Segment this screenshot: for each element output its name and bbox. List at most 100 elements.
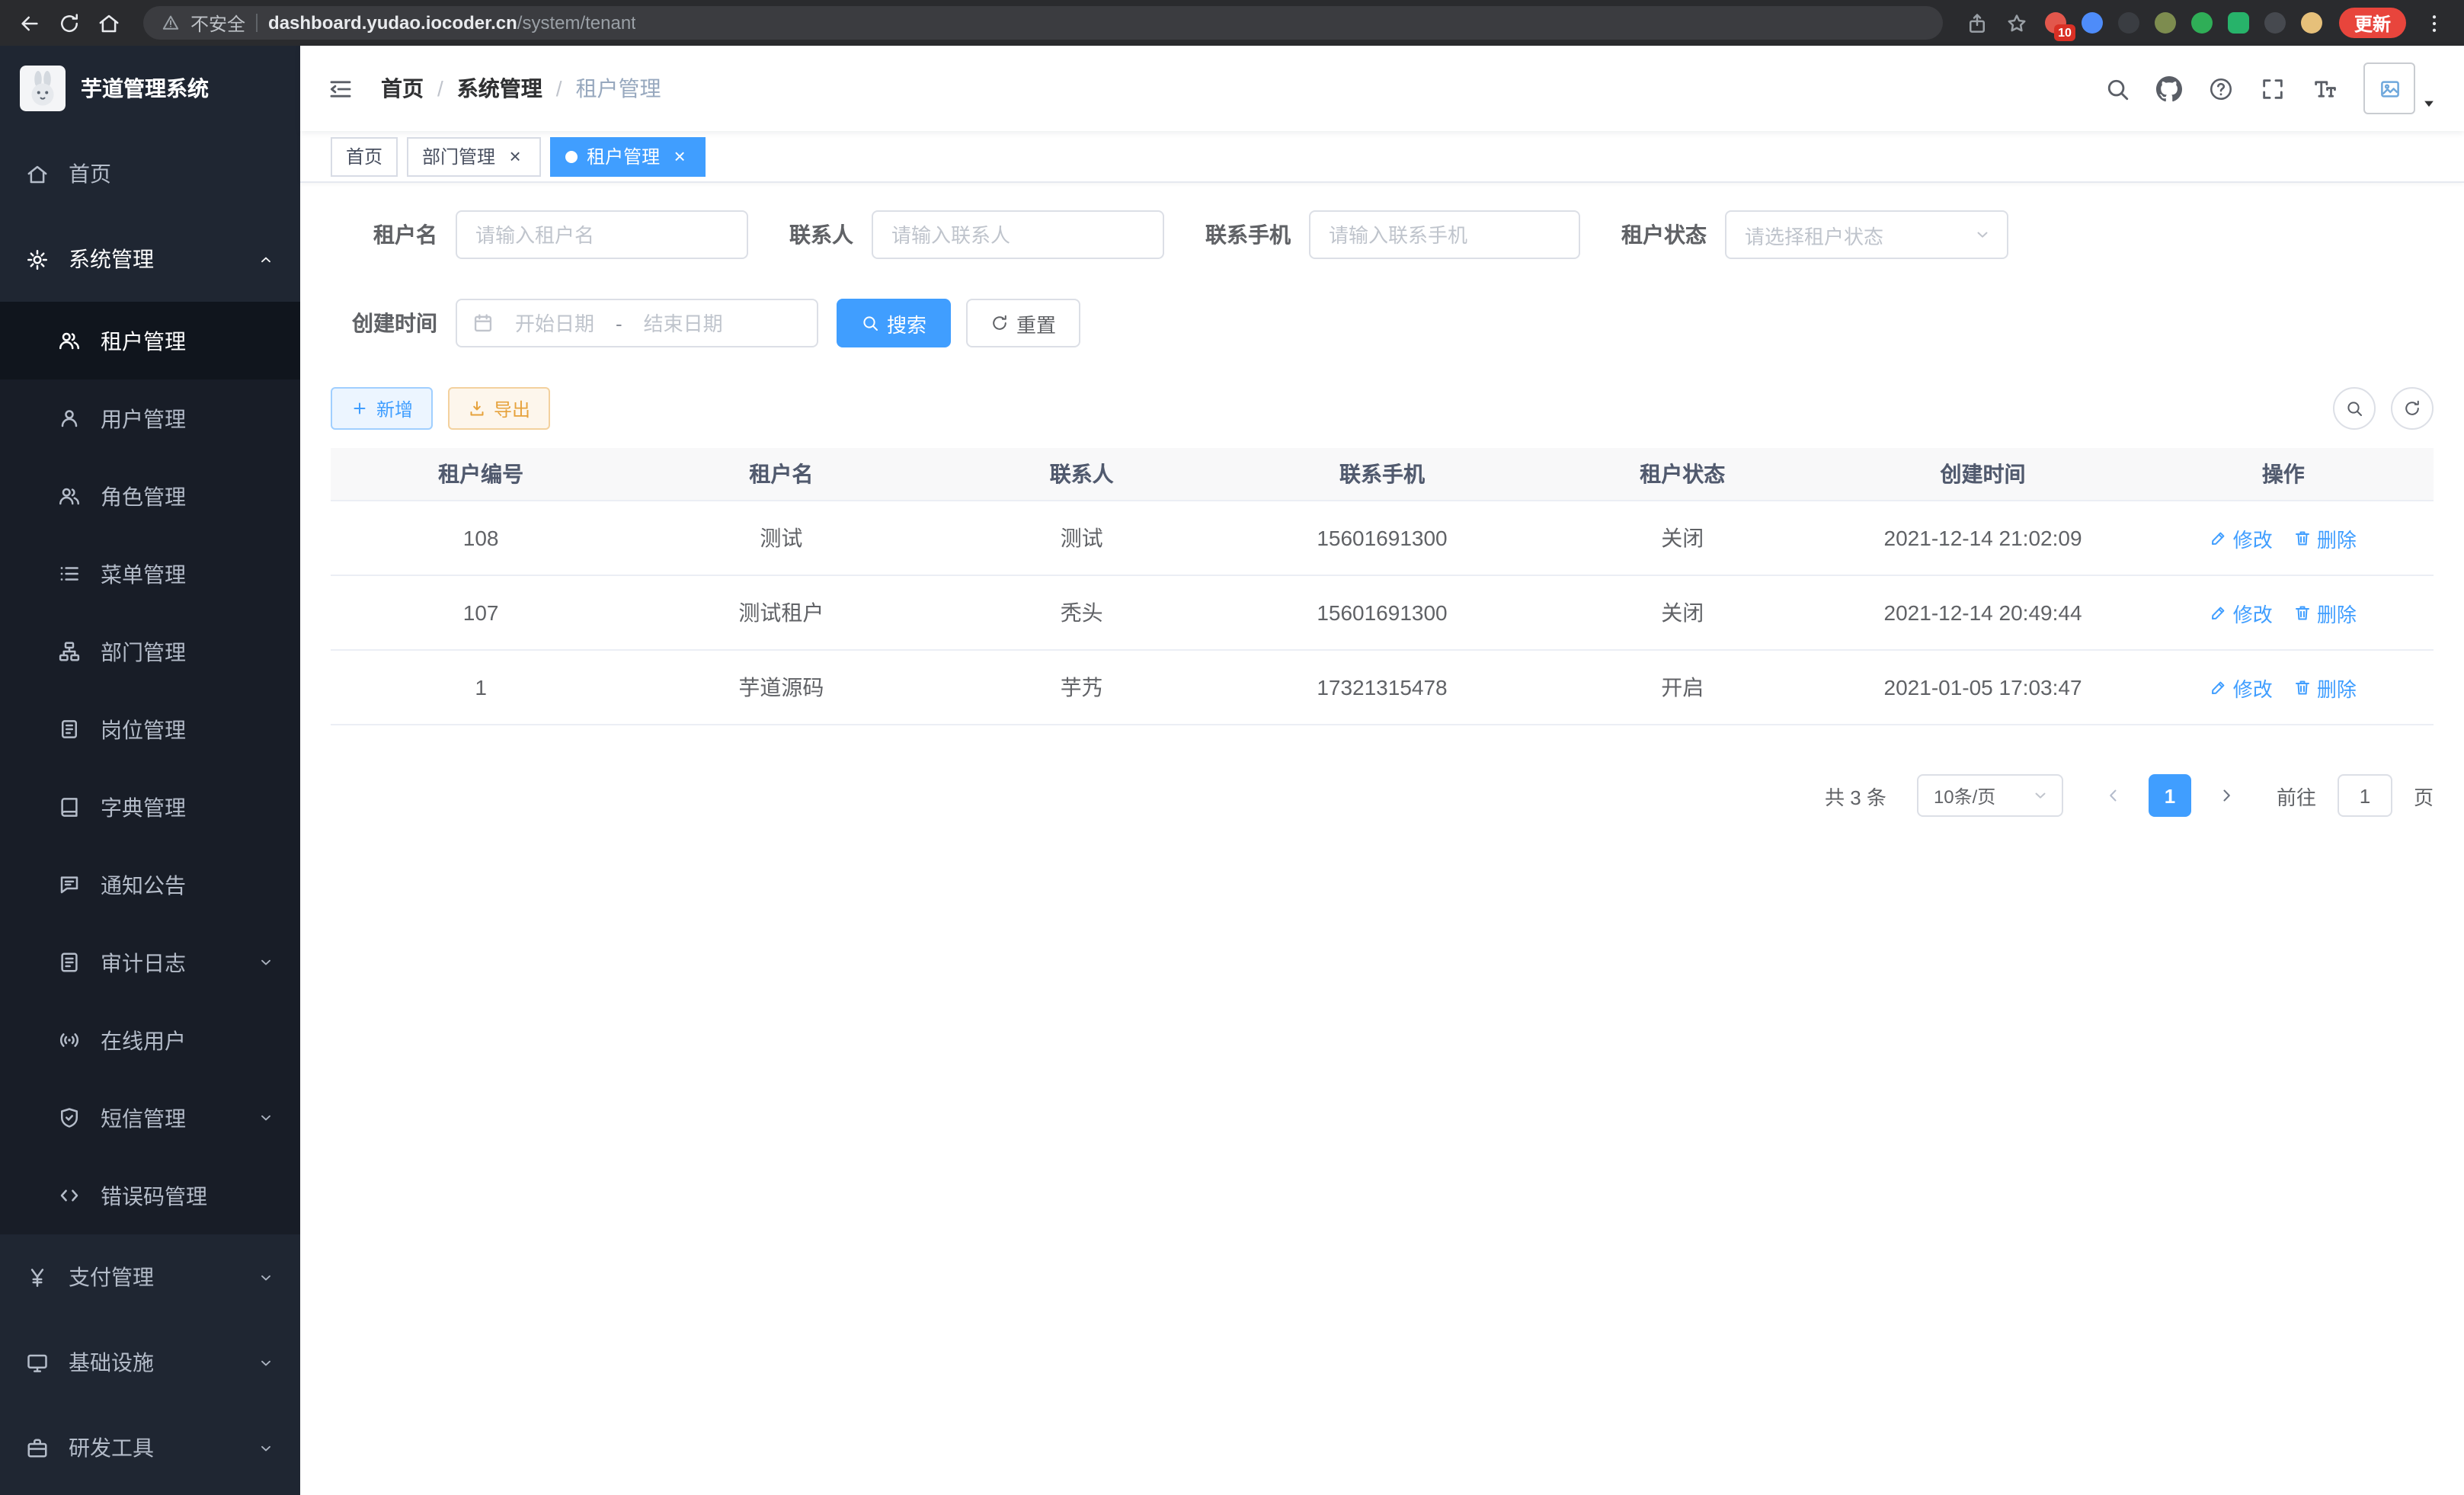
sidebar-item-error-code[interactable]: 错误码管理 — [0, 1157, 300, 1234]
tags-view-tab[interactable]: 租户管理 × — [550, 136, 706, 176]
bookmark-star-icon[interactable] — [2005, 11, 2028, 34]
edit-button[interactable]: 修改 — [2210, 598, 2273, 627]
avatar-menu[interactable] — [2363, 62, 2437, 114]
github-icon[interactable] — [2156, 75, 2182, 101]
extension-dark-globe[interactable] — [2118, 12, 2139, 34]
sidebar-item-label: 岗位管理 — [101, 714, 186, 744]
sidebar-item-label: 短信管理 — [101, 1103, 186, 1133]
create-time-range-picker[interactable]: - — [456, 299, 818, 347]
goto-label: 前往 — [2277, 781, 2316, 810]
sidebar-item-dev-tool[interactable]: 研发工具 — [0, 1405, 300, 1490]
cell-status: 关闭 — [1532, 501, 1832, 575]
address-bar[interactable]: 不安全 dashboard.yudao.iocoder.cn/system/te… — [143, 6, 1943, 40]
tab-label: 部门管理 — [422, 143, 495, 169]
export-button[interactable]: 导出 — [448, 387, 550, 430]
browser-home-icon[interactable] — [98, 11, 120, 34]
sidebar-item-online-user[interactable]: 在线用户 — [0, 1001, 300, 1079]
tab-label: 租户管理 — [587, 143, 660, 169]
fullscreen-icon[interactable] — [2260, 75, 2286, 101]
add-button[interactable]: 新增 — [331, 387, 433, 430]
goto-page-input[interactable] — [2338, 774, 2392, 817]
sidebar-item-role[interactable]: 角色管理 — [0, 457, 300, 535]
search-button-label: 搜索 — [887, 309, 926, 338]
edit-button[interactable]: 修改 — [2210, 673, 2273, 702]
security-label[interactable]: 不安全 — [190, 10, 245, 36]
browser-back-icon[interactable] — [18, 11, 41, 34]
sidebar-item-menu[interactable]: 菜单管理 — [0, 535, 300, 613]
cell-id: 107 — [331, 576, 631, 649]
sidebar-item-user[interactable]: 用户管理 — [0, 379, 300, 457]
page-number-button[interactable]: 1 — [2149, 774, 2191, 817]
page-size-select[interactable]: 10条/页 — [1917, 774, 2063, 817]
tags-view-tab[interactable]: 部门管理 × — [407, 136, 541, 176]
tenant-name-input[interactable] — [456, 210, 748, 259]
app: 芋道管理系统 首页系统管理租户管理用户管理角色管理菜单管理部门管理岗位管理字典管… — [0, 46, 2464, 1495]
extension-green-square[interactable] — [2228, 12, 2249, 34]
sidebar-collapse-icon[interactable] — [328, 75, 354, 101]
sidebar-item-label: 研发工具 — [69, 1433, 154, 1463]
extension-blue[interactable] — [2082, 12, 2103, 34]
edit-button[interactable]: 修改 — [2210, 523, 2273, 552]
share-icon[interactable] — [1966, 11, 1989, 34]
phone-input[interactable] — [1309, 210, 1580, 259]
cell-contact: 芋艿 — [932, 651, 1232, 724]
help-icon[interactable] — [2208, 75, 2234, 101]
breadcrumb-item[interactable]: 系统管理 — [457, 73, 542, 104]
close-icon[interactable]: × — [504, 146, 526, 167]
font-size-icon[interactable] — [2312, 75, 2338, 101]
column-header: 租户名 — [631, 448, 931, 500]
sidebar-item-infra[interactable]: 基础设施 — [0, 1320, 300, 1405]
sidebar-item-tenant[interactable]: 租户管理 — [0, 302, 300, 379]
sidebar-item-post[interactable]: 岗位管理 — [0, 690, 300, 768]
browser-menu-kebab-icon[interactable] — [2423, 11, 2446, 34]
badge-icon — [58, 718, 81, 741]
sidebar-item-home[interactable]: 首页 — [0, 131, 300, 216]
delete-button[interactable]: 删除 — [2294, 523, 2357, 552]
table-row: 1芋道源码芋艿17321315478开启2021-01-05 17:03:47修… — [331, 651, 2434, 725]
logo[interactable]: 芋道管理系统 — [0, 46, 300, 131]
doc-icon — [58, 951, 81, 974]
tenant-name-label: 租户名 — [331, 219, 437, 250]
contact-input[interactable] — [872, 210, 1164, 259]
date-start-input[interactable] — [500, 312, 610, 335]
extension-green[interactable] — [2191, 12, 2213, 34]
extension-gray-pin[interactable] — [2264, 12, 2286, 34]
refresh-table-button[interactable] — [2391, 387, 2434, 430]
sidebar-item-audit-log[interactable]: 审计日志 — [0, 924, 300, 1001]
extension-olive[interactable] — [2155, 12, 2176, 34]
extension-red[interactable]: 10 — [2045, 12, 2066, 34]
sidebar-item-notice[interactable]: 通知公告 — [0, 846, 300, 924]
header-search-icon[interactable] — [2104, 75, 2130, 101]
sidebar-item-label: 基础设施 — [69, 1347, 154, 1378]
sidebar-item-payment[interactable]: 支付管理 — [0, 1234, 300, 1320]
menu-list-icon — [58, 562, 81, 585]
sidebar-item-dept[interactable]: 部门管理 — [0, 613, 300, 690]
prev-page-button[interactable] — [2094, 776, 2133, 815]
table-header-row: 租户编号租户名联系人联系手机租户状态创建时间操作 — [331, 448, 2434, 501]
toggle-search-button[interactable] — [2333, 387, 2376, 430]
browser-refresh-icon[interactable] — [58, 11, 81, 34]
calendar-icon — [472, 312, 494, 334]
extension-tan-avatar[interactable] — [2301, 12, 2322, 34]
signal-icon — [58, 1029, 81, 1052]
close-icon[interactable]: × — [669, 146, 690, 167]
delete-button[interactable]: 删除 — [2294, 673, 2357, 702]
next-page-button[interactable] — [2206, 776, 2246, 815]
tags-view-tab[interactable]: 首页 — [331, 136, 398, 176]
add-button-label: 新增 — [376, 395, 413, 421]
reset-button[interactable]: 重置 — [966, 299, 1080, 347]
browser-update-button[interactable]: 更新 — [2339, 8, 2406, 38]
url-path: /system/tenant — [517, 12, 636, 34]
delete-button[interactable]: 删除 — [2294, 598, 2357, 627]
avatar[interactable] — [2363, 62, 2415, 114]
sidebar-item-dict[interactable]: 字典管理 — [0, 768, 300, 846]
sidebar-item-sms[interactable]: 短信管理 — [0, 1079, 300, 1157]
breadcrumb-item[interactable]: 首页 — [381, 73, 424, 104]
column-header: 联系人 — [932, 448, 1232, 500]
tenant-status-select[interactable]: 请选择租户状态 — [1725, 210, 2008, 259]
date-end-input[interactable] — [629, 312, 738, 335]
search-button[interactable]: 搜索 — [837, 299, 951, 347]
sidebar-item-system[interactable]: 系统管理 — [0, 216, 300, 302]
url-text[interactable]: dashboard.yudao.iocoder.cn/system/tenant — [268, 12, 636, 34]
trash-icon — [2294, 529, 2312, 547]
